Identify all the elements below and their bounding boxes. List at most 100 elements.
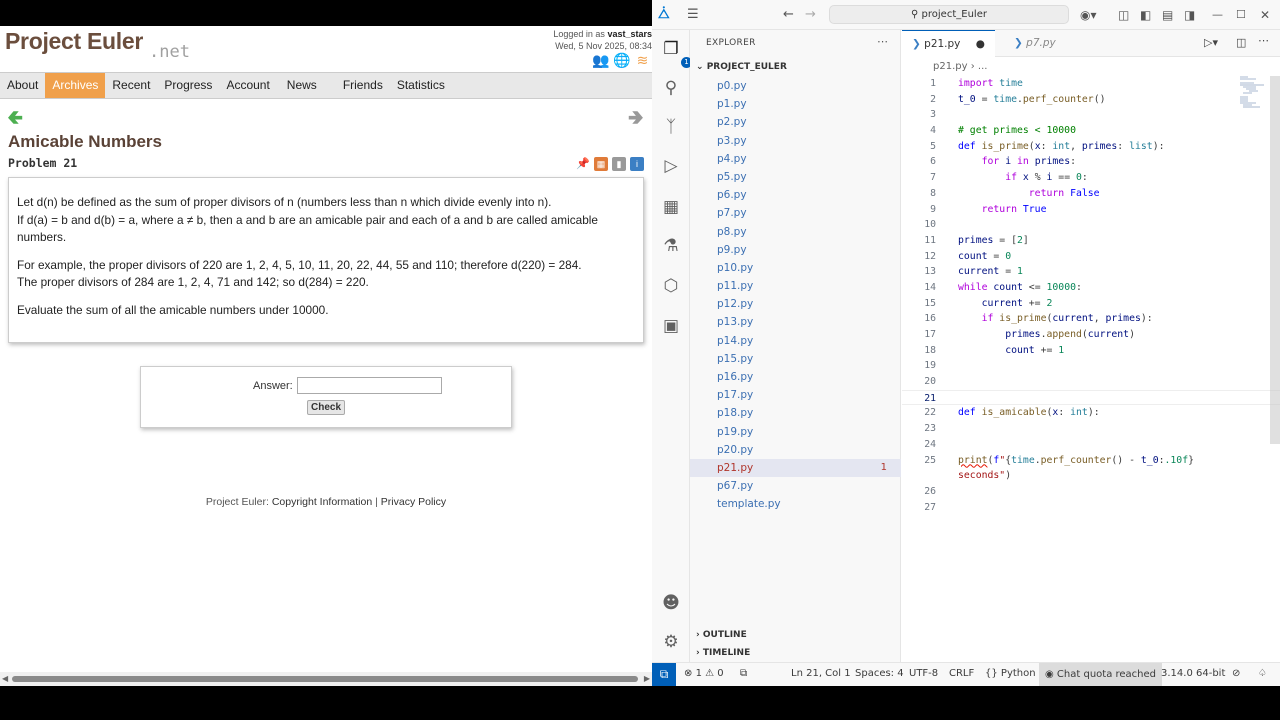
run-debug-icon[interactable]: ▷ [660,155,682,177]
answer-input[interactable] [297,377,442,394]
close-icon[interactable]: ✕ [1260,7,1270,23]
scroll-right-icon[interactable]: ▶ [644,674,650,683]
editor-more-icon[interactable]: ⋯ [1258,34,1269,47]
file-item[interactable]: p15.py [690,350,901,368]
nav-statistics[interactable]: Statistics [390,73,452,98]
eol-status[interactable]: CRLF [949,668,974,679]
check-button[interactable]: Check [307,400,345,415]
source-control-icon[interactable]: ᛉ [660,116,682,138]
menu-icon[interactable]: ☰ [687,7,699,23]
remote-explorer-icon[interactable]: ▣ [660,315,682,337]
nav-archives[interactable]: Archives [45,73,106,98]
file-item[interactable]: p67.py [690,477,901,495]
rss-icon[interactable]: ≋ [634,52,651,69]
toggle-secondary-sidebar-icon[interactable]: ◨ [1184,7,1195,23]
problems-status[interactable]: ⊗ 1 ⚠ 0 [684,668,724,679]
tab-p21[interactable]: ❯ p21.py ● [902,30,995,57]
file-item[interactable]: p5.py [690,168,901,186]
file-item[interactable]: p4.py [690,150,901,168]
copyright-link[interactable]: Copyright Information [272,496,372,508]
cursor-position[interactable]: Ln 21, Col 1 [791,668,851,679]
privacy-link[interactable]: Privacy Policy [381,496,446,508]
next-problem-arrow-icon[interactable]: 🢂 [628,108,644,128]
resources-icon[interactable]: ▦ [594,157,608,171]
file-item[interactable]: p20.py [690,441,901,459]
prev-problem-arrow-icon[interactable]: 🢀 [7,108,23,128]
file-item[interactable]: p13.py [690,313,901,331]
search-view-icon[interactable]: ⚲ [660,77,682,99]
copilot-disabled-icon[interactable]: ⊘ [1232,668,1240,679]
nav-friends[interactable]: Friends [331,73,390,98]
pdf-icon[interactable]: ▮ [612,157,626,171]
file-item[interactable]: p16.py [690,368,901,386]
file-item[interactable]: p12.py [690,295,901,313]
tab-p7[interactable]: ❯ p7.py [1004,30,1066,57]
explorer-icon[interactable]: ❐ 1 [660,38,692,68]
timeline-section[interactable]: › TIMELINE [696,648,750,658]
testing-icon[interactable]: ⚗ [660,235,682,257]
file-item[interactable]: p11.py [690,277,901,295]
unsaved-dot-icon[interactable]: ● [976,38,985,50]
file-item[interactable]: template.py [690,495,901,513]
add-friend-icon[interactable]: 👥 [592,52,609,69]
extensions-icon[interactable]: ▦ [660,196,682,218]
nav-news[interactable]: News [277,73,331,98]
chat-status[interactable]: ◉ Chat quota reached [1039,663,1163,686]
command-search-box[interactable]: ⚲ project_Euler [829,5,1069,24]
site-logo[interactable]: Project Euler [5,28,143,55]
breadcrumb-rest[interactable]: ... [978,61,988,72]
ports-icon[interactable]: ⧉ [740,668,747,679]
python-version[interactable]: 3.14.0 64-bit [1161,668,1225,679]
language-status[interactable]: {} Python [985,668,1036,679]
horizontal-scrollbar[interactable]: ◀ ▶ [0,672,652,686]
nav-about[interactable]: About [0,73,45,98]
scroll-left-icon[interactable]: ◀ [2,674,8,683]
file-item[interactable]: p7.py [690,204,901,222]
toggle-panel-icon[interactable]: ▤ [1162,7,1173,23]
remote-indicator-icon[interactable]: ⧉ [652,663,676,686]
pin-icon[interactable]: 📌 [576,157,590,171]
breadcrumb-file[interactable]: p21.py [933,61,968,72]
maximize-icon[interactable]: ☐ [1236,7,1246,23]
login-username[interactable]: vast_stars [607,29,652,39]
nav-account[interactable]: Account [219,73,276,98]
manage-gear-icon[interactable]: ⚙ [660,631,682,653]
file-item[interactable]: p10.py [690,259,901,277]
file-item[interactable]: p19.py [690,423,901,441]
scrollbar-thumb[interactable] [12,676,638,682]
file-item[interactable]: p8.py [690,223,901,241]
layout-panels-icon[interactable]: ◫ [1118,7,1129,23]
nav-progress[interactable]: Progress [157,73,219,98]
folder-header[interactable]: ⌄ PROJECT_EULER [696,62,787,72]
file-item[interactable]: p17.py [690,386,901,404]
containers-icon[interactable]: ⬡ [660,275,682,297]
minimize-icon[interactable]: — [1212,7,1223,23]
encoding-status[interactable]: UTF-8 [909,668,938,679]
file-item[interactable]: p1.py [690,95,901,113]
file-item[interactable]: p18.py [690,404,901,422]
nav-recent[interactable]: Recent [105,73,157,98]
toggle-sidebar-icon[interactable]: ◧ [1140,7,1151,23]
file-item[interactable]: p0.py [690,77,901,95]
file-item[interactable]: p3.py [690,132,901,150]
copilot-icon[interactable]: ◉▾ [1080,7,1097,23]
account-icon[interactable]: ☻ [660,592,682,614]
indentation-status[interactable]: Spaces: 4 [855,668,904,679]
split-editor-icon[interactable]: ◫ [1236,36,1246,49]
outline-section[interactable]: › OUTLINE [696,630,747,640]
forward-arrow-icon[interactable]: → [805,7,816,23]
file-item[interactable]: p14.py [690,332,901,350]
vertical-scrollbar[interactable] [1270,76,1280,444]
run-file-icon[interactable]: ▷▾ [1204,36,1218,49]
file-item-active[interactable]: p21.py 1 [690,458,901,478]
file-item[interactable]: p2.py [690,113,901,131]
code-editor[interactable]: 1 import time 2 t_0 = time.perf_counter() … [902,76,1280,515]
search-site-icon[interactable]: 🌐 [613,52,630,69]
file-item[interactable]: p6.py [690,186,901,204]
notifications-bell-icon[interactable]: ♤ [1258,668,1267,679]
file-item[interactable]: p9.py [690,241,901,259]
back-arrow-icon[interactable]: ← [783,7,794,23]
minimap[interactable] [1238,75,1268,115]
info-icon[interactable]: i [630,157,644,171]
more-actions-icon[interactable]: ⋯ [877,35,888,48]
